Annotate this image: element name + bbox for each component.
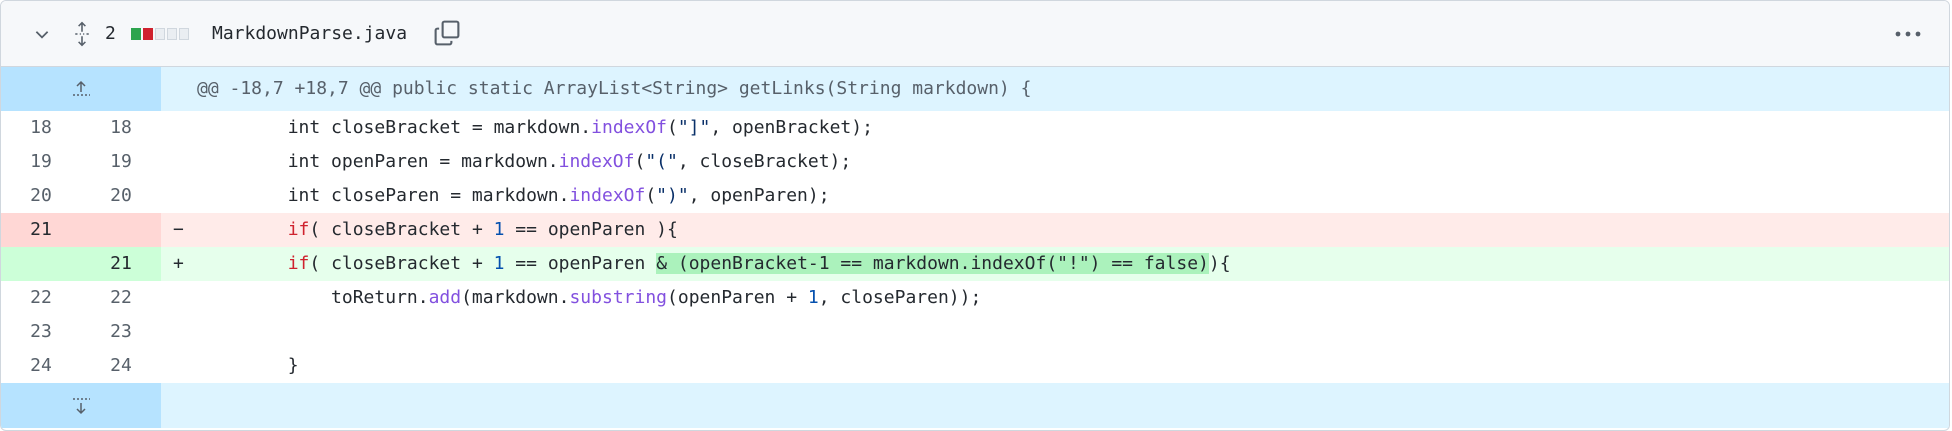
new-line-number[interactable]: 23 <box>81 315 161 349</box>
old-line-number[interactable]: 19 <box>1 145 81 179</box>
new-line-number[interactable]: 18 <box>81 111 161 145</box>
code-token: == openParen <box>504 253 657 274</box>
code-token: "]" <box>677 117 711 138</box>
context-line-row: 20 20 int closeParen = markdown.indexOf("… <box>1 179 1949 213</box>
code-token: ( closeBracket + <box>309 219 494 240</box>
diff-table: @@ -18,7 +18,7 @@ public static ArrayLis… <box>1 67 1949 428</box>
added-line-row: 21 + if( closeBracket + 1 == openParen & … <box>1 247 1949 281</box>
diff-marker <box>161 281 201 315</box>
old-line-number[interactable]: 22 <box>1 281 81 315</box>
diffstat-block <box>143 28 153 40</box>
code-token: (markdown. <box>461 287 570 308</box>
old-line-number[interactable]: 21 <box>1 213 81 247</box>
new-line-number[interactable]: 22 <box>81 281 161 315</box>
hunk-header-row: @@ -18,7 +18,7 @@ public static ArrayLis… <box>1 67 1949 111</box>
code-token: indexOf <box>569 185 646 206</box>
code-token: ){ <box>1208 253 1231 274</box>
fold-up-icon[interactable] <box>1 67 161 111</box>
code-token: (openParen + <box>667 287 808 308</box>
code-line: int closeParen = markdown.indexOf(")", o… <box>201 179 1949 213</box>
old-line-number[interactable]: 18 <box>1 111 81 145</box>
diff-marker <box>161 349 201 383</box>
file-header: 2 MarkdownParse.java <box>1 1 1949 67</box>
new-line-number[interactable] <box>81 213 161 247</box>
added-text-highlight: & (openBracket-1 == markdown.indexOf("!"… <box>656 253 1209 274</box>
diffstat-block <box>155 28 165 40</box>
code-token: if <box>287 253 310 274</box>
code-token: 1 <box>493 253 505 274</box>
unfold-icon[interactable] <box>67 19 97 49</box>
diff-marker <box>161 315 201 349</box>
deleted-line-row: 21 − if( closeBracket + 1 == openParen ){ <box>1 213 1949 247</box>
code-line: if( closeBracket + 1 == openParen ){ <box>201 213 1949 247</box>
diff-marker <box>161 111 201 145</box>
code-token: int openParen = markdown. <box>201 151 559 172</box>
diffstat <box>131 28 189 40</box>
code-token: indexOf <box>558 151 635 172</box>
code-token: ")" <box>656 185 689 206</box>
context-line-row: 22 22 toReturn.add(markdown.substring(ope… <box>1 281 1949 315</box>
context-line-row: 24 24 } <box>1 349 1949 383</box>
code-token: } <box>201 355 299 376</box>
file-name-link[interactable]: MarkdownParse.java <box>212 21 407 47</box>
old-line-number[interactable]: 23 <box>1 315 81 349</box>
new-line-number[interactable]: 21 <box>81 247 161 281</box>
code-token: add <box>428 287 462 308</box>
expand-row <box>1 383 1949 428</box>
code-token: ( closeBracket + <box>309 253 494 274</box>
kebab-horizontal-icon[interactable] <box>1891 19 1925 49</box>
old-line-number[interactable] <box>1 247 81 281</box>
new-line-number[interactable]: 19 <box>81 145 161 179</box>
code-token: 1 <box>807 287 819 308</box>
code-token: int closeBracket = markdown. <box>201 117 592 138</box>
context-line-row: 18 18 int closeBracket = markdown.indexOf… <box>1 111 1949 145</box>
code-token: indexOf <box>591 117 667 138</box>
code-token: , openParen); <box>688 185 830 206</box>
code-line: toReturn.add(markdown.substring(openPare… <box>201 281 1949 315</box>
old-line-number[interactable]: 20 <box>1 179 81 213</box>
code-token: ( <box>645 185 657 206</box>
code-token: , closeBracket); <box>677 151 852 172</box>
code-token: toReturn. <box>201 287 429 308</box>
code-line: } <box>201 349 1949 383</box>
context-line-row: 19 19 int openParen = markdown.indexOf("(… <box>1 145 1949 179</box>
fold-down-icon[interactable] <box>1 383 161 428</box>
code-token: 1 <box>493 219 505 240</box>
diff-marker: − <box>173 219 184 240</box>
code-line: if( closeBracket + 1 == openParen & (ope… <box>201 247 1949 281</box>
diffstat-block <box>179 28 189 40</box>
context-line-row: 23 23 <box>1 315 1949 349</box>
copy-icon[interactable] <box>433 19 463 49</box>
code-token: , closeParen)); <box>818 287 982 308</box>
code-token: "(" <box>645 151 678 172</box>
code-token: ( <box>634 151 646 172</box>
diff-marker: + <box>173 253 184 274</box>
hunk-header-text: @@ -18,7 +18,7 @@ public static ArrayLis… <box>197 78 1032 99</box>
code-token: == openParen ){ <box>504 219 678 240</box>
code-token: substring <box>569 287 668 308</box>
chevron-down-icon[interactable] <box>27 19 57 49</box>
diff-marker <box>161 179 201 213</box>
diff-file: 2 MarkdownParse.java @@ -18,7 +18,7 @@ p… <box>0 0 1950 431</box>
code-line: int closeBracket = markdown.indexOf("]",… <box>201 111 1949 145</box>
code-token: if <box>287 219 310 240</box>
diffstat-block <box>167 28 177 40</box>
code-line: int openParen = markdown.indexOf("(", cl… <box>201 145 1949 179</box>
code-token: ( <box>667 117 678 138</box>
changes-count: 2 <box>105 23 116 44</box>
diff-marker <box>161 145 201 179</box>
new-line-number[interactable]: 24 <box>81 349 161 383</box>
diffstat-block <box>131 28 141 40</box>
old-line-number[interactable]: 24 <box>1 349 81 383</box>
code-token: , openBracket); <box>710 117 873 138</box>
code-token: int closeParen = markdown. <box>201 185 570 206</box>
new-line-number[interactable]: 20 <box>81 179 161 213</box>
